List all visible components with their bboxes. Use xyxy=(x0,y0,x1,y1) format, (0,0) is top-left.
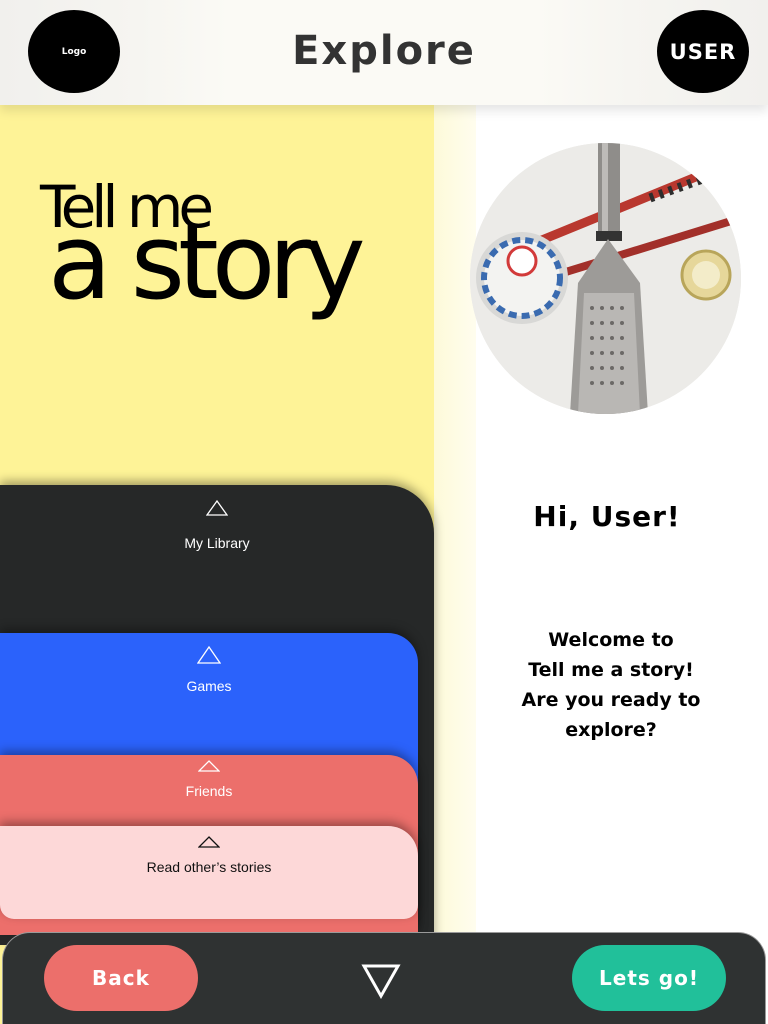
triangle-up-icon xyxy=(198,836,220,848)
triangle-up-icon xyxy=(197,646,221,664)
triangle-up-icon xyxy=(206,500,228,516)
menu-card-label: Read other’s stories xyxy=(146,859,272,875)
header-bar: Logo Explore USER xyxy=(0,0,768,105)
divider-strip xyxy=(434,105,476,1024)
page-title: Explore xyxy=(292,28,476,74)
profile-photo xyxy=(470,143,741,414)
welcome-line3: Are you ready to explore? xyxy=(521,689,701,741)
menu-card-label: Games xyxy=(186,678,232,694)
menu-card-read-stories[interactable]: Read other’s stories xyxy=(0,826,418,919)
welcome-line2: Tell me a story! xyxy=(528,659,694,681)
hero-title-line2: a story xyxy=(48,201,366,323)
menu-card-label: My Library xyxy=(184,535,250,551)
triangle-up-icon xyxy=(198,760,220,772)
menu-card-label: Friends xyxy=(185,783,233,799)
bottom-nav-bar: Back Lets go! xyxy=(2,932,766,1024)
user-avatar-button[interactable]: USER xyxy=(657,10,749,93)
back-button[interactable]: Back xyxy=(44,945,198,1011)
welcome-line1: Welcome to xyxy=(548,629,674,651)
triangle-down-icon[interactable] xyxy=(361,963,401,999)
lets-go-button[interactable]: Lets go! xyxy=(572,945,726,1011)
greeting-text: Hi, User! xyxy=(533,500,681,533)
welcome-message: Welcome to Tell me a story! Are you read… xyxy=(476,625,746,745)
